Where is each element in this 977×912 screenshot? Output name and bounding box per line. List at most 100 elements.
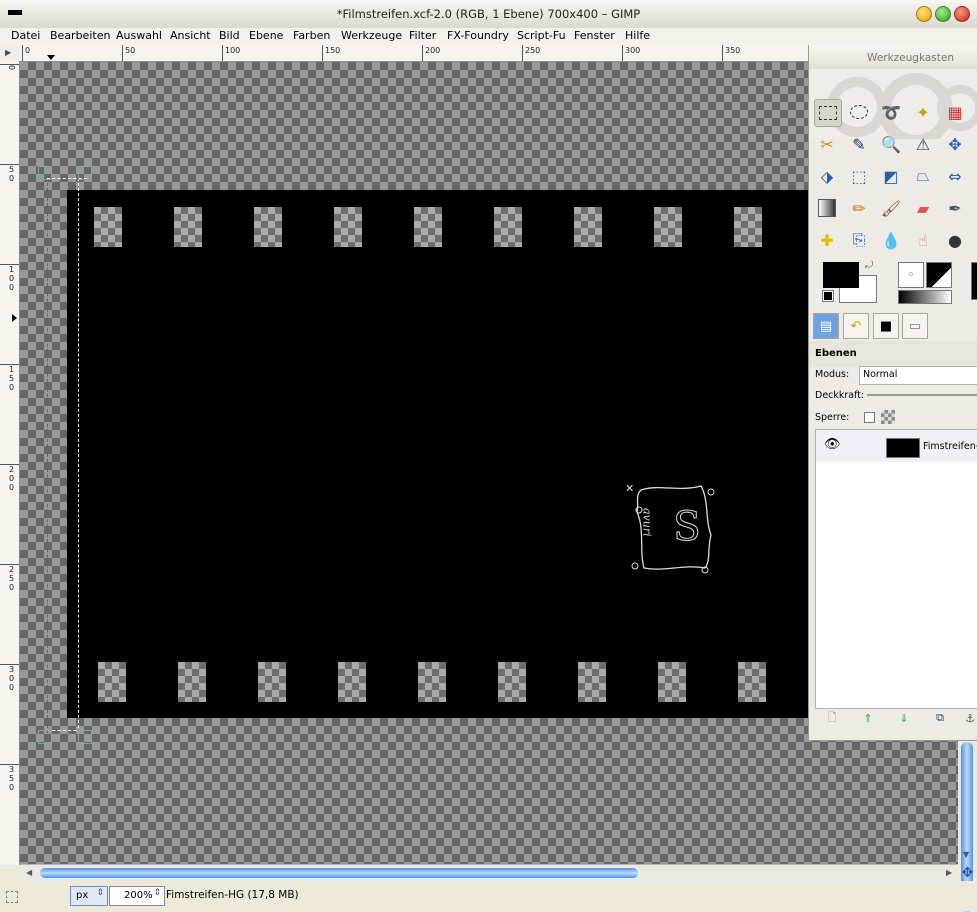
- color-picker-icon[interactable]: ✎: [846, 131, 872, 157]
- film-perforation: [178, 662, 206, 702]
- transform-handle[interactable]: [78, 730, 92, 744]
- unit-select[interactable]: px ⇕: [70, 886, 108, 906]
- ruler-label: 50: [7, 165, 16, 183]
- pointer-icon: [6, 891, 18, 903]
- minimize-button[interactable]: [916, 6, 932, 22]
- default-colors-icon[interactable]: [822, 290, 834, 302]
- maximize-button[interactable]: [935, 6, 951, 22]
- image-preview[interactable]: [971, 262, 977, 300]
- layers-tab-icon[interactable]: ▤: [813, 313, 839, 339]
- mode-select[interactable]: Normal: [859, 366, 977, 385]
- lower-layer-icon[interactable]: ⇓: [895, 709, 913, 727]
- film-perforation: [658, 662, 686, 702]
- horizontal-scroll-thumb[interactable]: [40, 868, 638, 878]
- close-button[interactable]: [954, 6, 970, 22]
- duplicate-layer-icon[interactable]: ⧉: [931, 709, 949, 727]
- ruler-pointer-marker: [12, 314, 17, 322]
- ruler-label: 300: [7, 665, 16, 692]
- opacity-label: Deckkraft:: [815, 390, 865, 401]
- undo-history-tab-icon[interactable]: ↶: [843, 313, 869, 339]
- lasso-icon[interactable]: ➰: [878, 99, 904, 125]
- rotate-icon[interactable]: ◩: [878, 163, 904, 189]
- menu-fenster[interactable]: Fenster: [574, 29, 615, 42]
- menu-script-fu[interactable]: Script-Fu: [517, 29, 566, 42]
- smudge-icon[interactable]: ☝: [910, 227, 936, 253]
- foreground-color-swatch[interactable]: [823, 262, 859, 288]
- layer-list[interactable]: 👁 Fimstreifen-HG: [815, 429, 977, 709]
- layer-thumbnail: [886, 438, 920, 458]
- fuzzy-select-icon[interactable]: ✦: [910, 99, 936, 125]
- heal-icon[interactable]: ✚: [814, 227, 840, 253]
- transform-handle[interactable]: [38, 730, 52, 744]
- layer-row[interactable]: 👁 Fimstreifen-HG: [816, 430, 977, 462]
- perspective-icon[interactable]: ⏢: [910, 163, 936, 189]
- lock-alpha-icon[interactable]: [881, 410, 895, 424]
- dodge-icon[interactable]: ●: [942, 227, 968, 253]
- blur-icon[interactable]: 💧: [878, 227, 904, 253]
- menu-bearbeiten[interactable]: Bearbeiten: [50, 29, 110, 42]
- scroll-left-icon[interactable]: ◀: [26, 868, 32, 877]
- gradient-icon[interactable]: [814, 195, 840, 221]
- ruler-vertical[interactable]: 0 50 100 150 200 250 300 350: [0, 61, 20, 865]
- lock-pixels-checkbox[interactable]: [864, 412, 875, 423]
- scroll-down-icon[interactable]: ▼: [963, 850, 969, 859]
- menu-bild[interactable]: Bild: [219, 29, 240, 42]
- eraser-icon[interactable]: ▰: [910, 195, 936, 221]
- quick-mask-toggle[interactable]: ▶: [0, 45, 20, 62]
- ellipse-select-icon[interactable]: [846, 99, 872, 125]
- pencil-icon[interactable]: ✏: [846, 195, 872, 221]
- menu-auswahl[interactable]: Auswahl: [116, 29, 162, 42]
- menubar: Datei Bearbeiten Auswahl Ansicht Bild Eb…: [0, 28, 977, 45]
- flip-icon[interactable]: ⇔: [942, 163, 968, 189]
- move-icon[interactable]: ✥: [942, 131, 968, 157]
- menu-farben[interactable]: Farben: [293, 29, 330, 42]
- scissors-icon[interactable]: ✂: [814, 131, 840, 157]
- crop-icon[interactable]: ⬚: [846, 163, 872, 189]
- transform-handle[interactable]: [38, 166, 52, 180]
- raise-layer-icon[interactable]: ⇑: [859, 709, 877, 727]
- rect-select-icon[interactable]: [814, 99, 842, 127]
- visibility-eye-icon[interactable]: 👁: [824, 437, 841, 452]
- film-perforation: [414, 207, 442, 247]
- ruler-pointer-marker: [47, 55, 55, 60]
- zoom-select[interactable]: 200% ⇕: [109, 886, 165, 906]
- menu-hilfe[interactable]: Hilfe: [625, 29, 650, 42]
- color-select-icon[interactable]: ▦: [942, 99, 968, 125]
- layer-boundary: [47, 178, 48, 738]
- align-icon[interactable]: ⬗: [814, 163, 840, 189]
- menu-ebene[interactable]: Ebene: [249, 29, 283, 42]
- toolbox-window: Werkzeugkasten ➰ ✦ ▦ ✂ ✎ 🔍 ⚠ ✥ ⬗ ⬚ ◩ ⏢ ⇔…: [808, 45, 977, 741]
- menu-werkzeuge[interactable]: Werkzeuge: [341, 29, 402, 42]
- channels-tab-icon[interactable]: ▭: [902, 313, 928, 339]
- horizontal-scrollbar[interactable]: ◀ ▶: [20, 864, 958, 882]
- pattern-preview[interactable]: [926, 262, 952, 288]
- swap-colors-icon[interactable]: ⤾: [865, 260, 873, 271]
- zoom-icon[interactable]: 🔍: [878, 131, 904, 157]
- ruler-label: 50: [125, 46, 136, 55]
- airbrush-icon[interactable]: ✒: [942, 195, 968, 221]
- opacity-slider[interactable]: [867, 394, 977, 396]
- anchor-layer-icon[interactable]: ⚓: [961, 709, 977, 727]
- menu-filter[interactable]: Filter: [409, 29, 436, 42]
- toolbox-titlebar: Werkzeugkasten: [809, 45, 977, 69]
- gradient-preview[interactable]: [898, 290, 952, 304]
- clone-icon[interactable]: ⎘: [846, 227, 872, 253]
- new-layer-icon[interactable]: 🗋: [823, 709, 841, 727]
- paintbrush-icon[interactable]: 🖌: [878, 195, 904, 221]
- transform-handle[interactable]: [78, 166, 92, 180]
- menu-ansicht[interactable]: Ansicht: [170, 29, 211, 42]
- film-perforation: [94, 207, 122, 247]
- dock-tabbar: ▤ ↶ ■ ▭: [809, 311, 977, 341]
- ruler-label: 350: [7, 765, 16, 792]
- navigate-icon[interactable]: ✥: [958, 864, 977, 881]
- film-perforation: [338, 662, 366, 702]
- menu-datei[interactable]: Datei: [11, 29, 40, 42]
- measure-icon[interactable]: ⚠: [910, 131, 936, 157]
- brush-preview[interactable]: ⁘: [898, 262, 924, 288]
- film-perforation: [654, 207, 682, 247]
- colors-tab-icon[interactable]: ■: [873, 313, 899, 339]
- svg-text:✕: ✕: [625, 482, 634, 495]
- scroll-right-icon[interactable]: ▶: [946, 868, 952, 877]
- watermark-text: avuri: [641, 508, 654, 537]
- menu-fx-foundry[interactable]: FX-Foundry: [447, 29, 509, 42]
